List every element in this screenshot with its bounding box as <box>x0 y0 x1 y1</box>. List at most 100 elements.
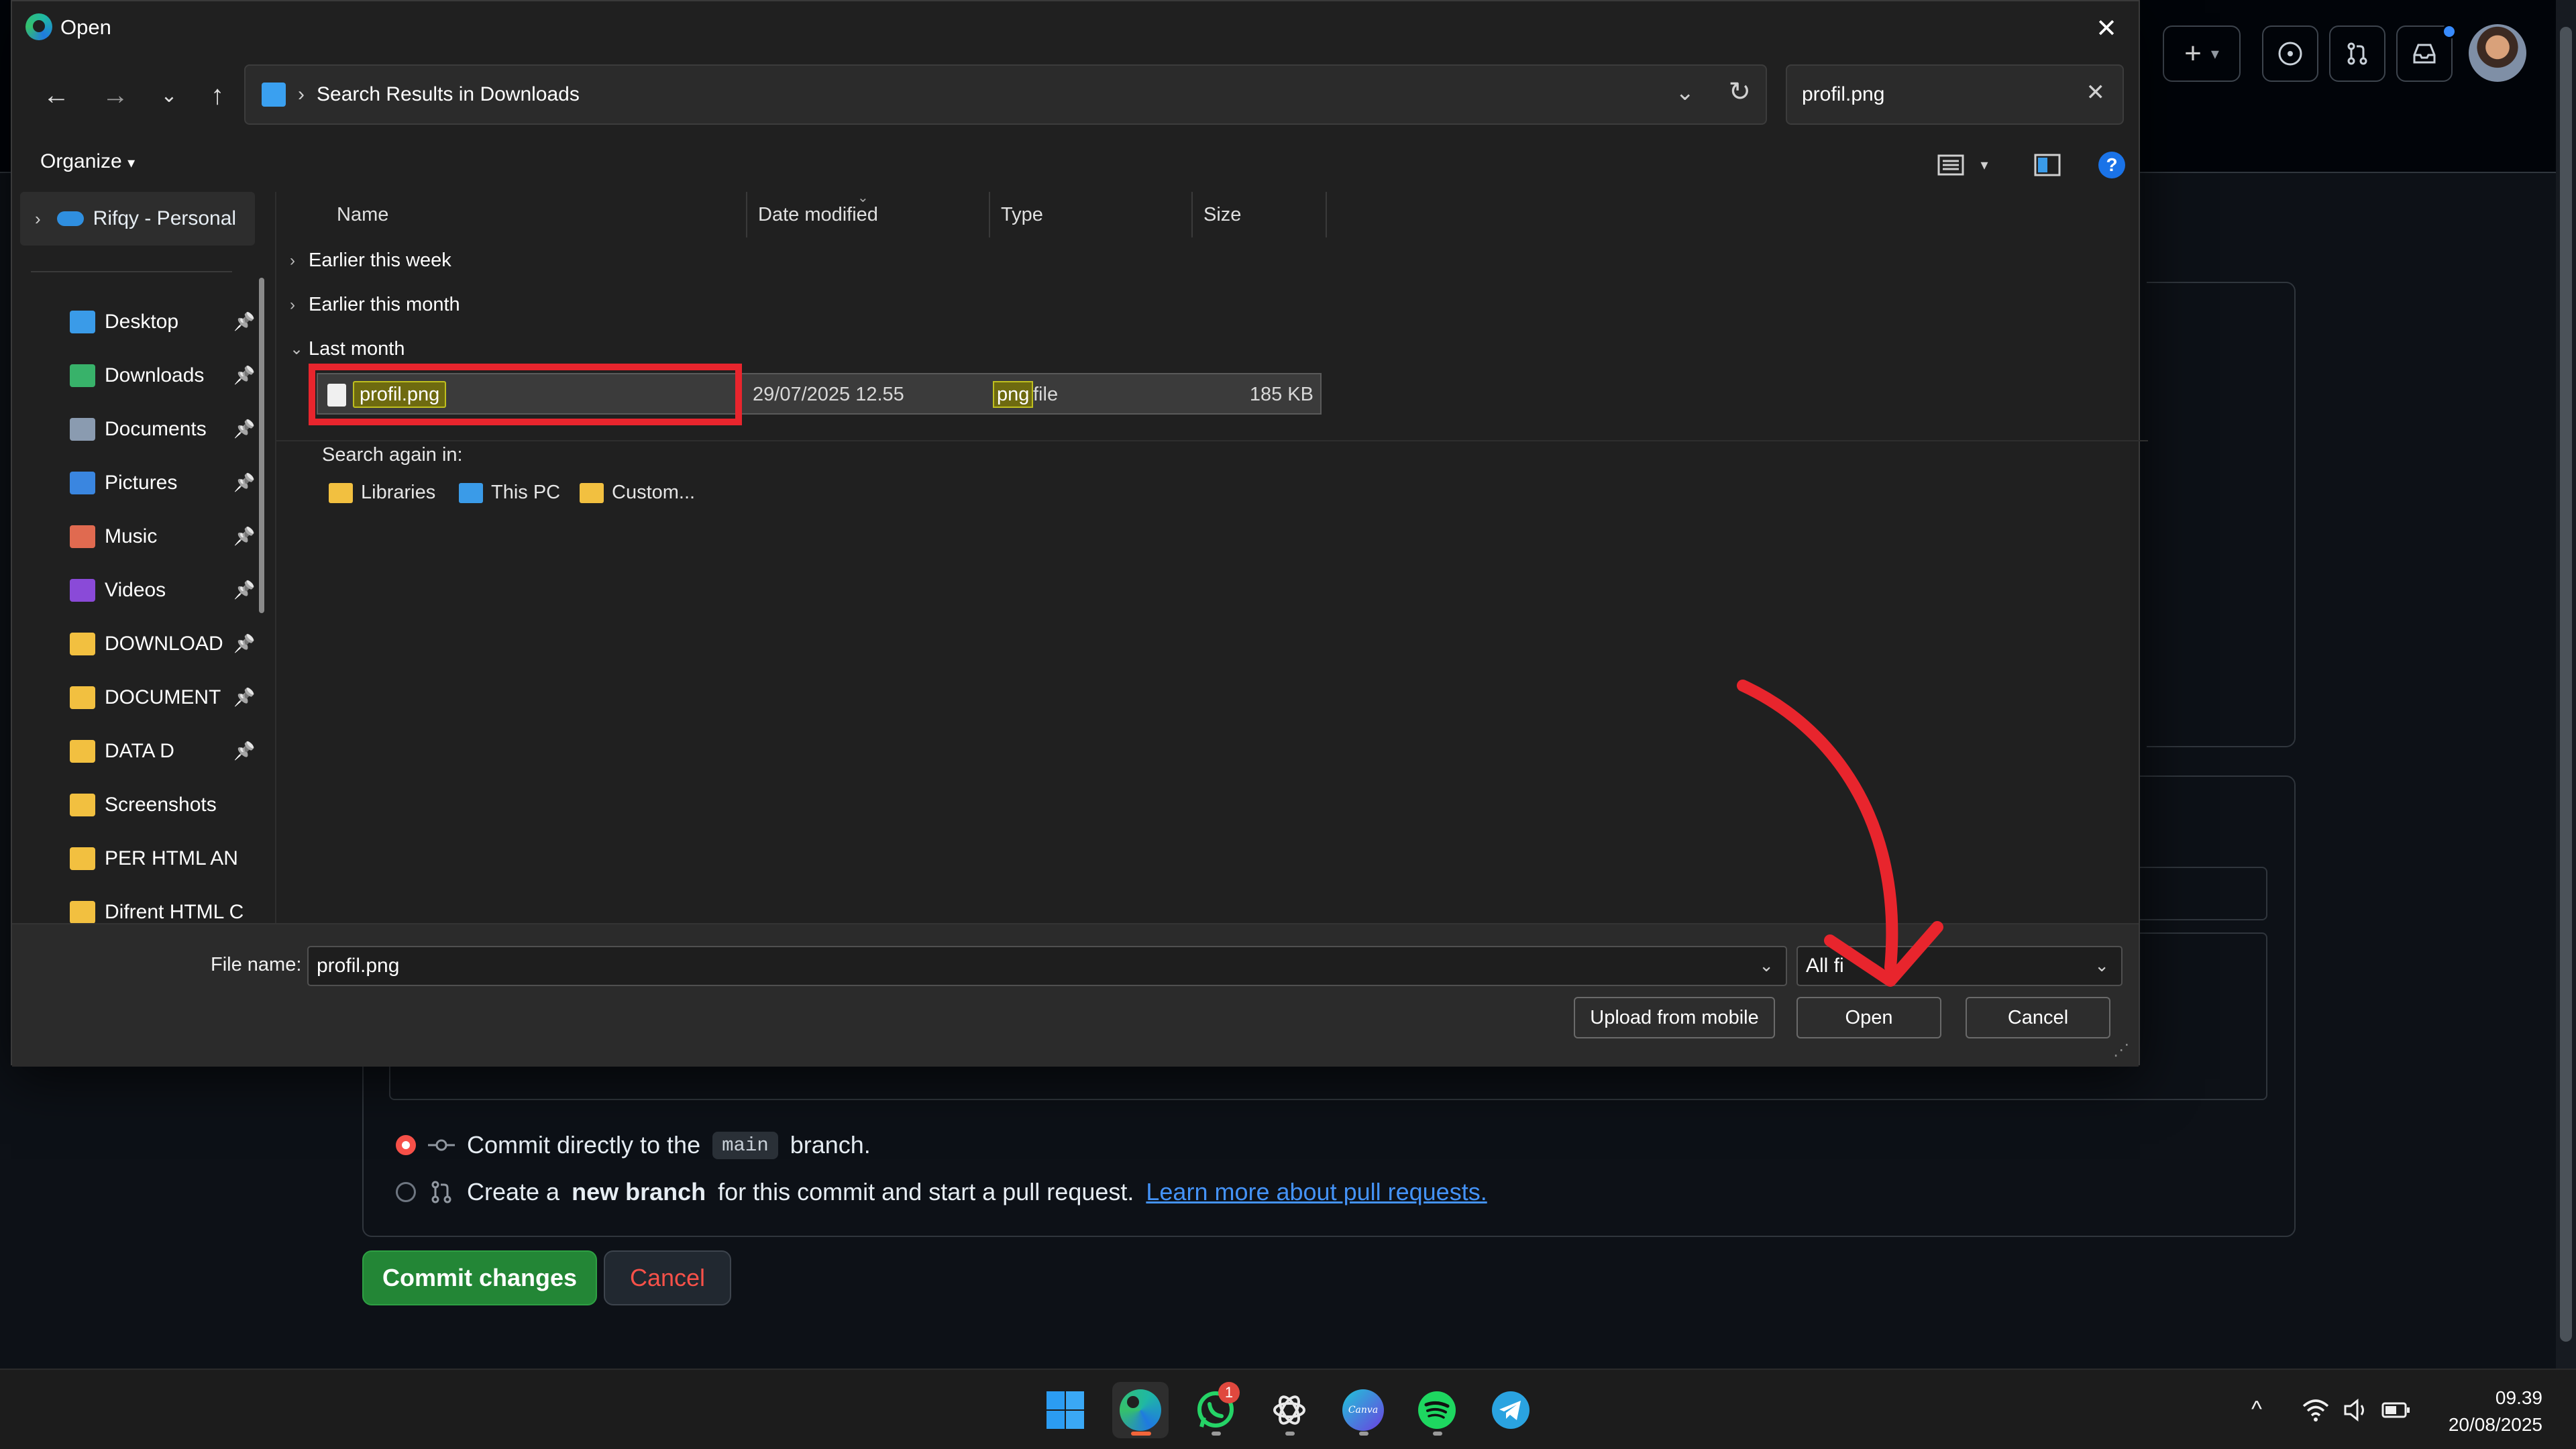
sidebar-item-per-html-an[interactable]: PER HTML AN <box>70 839 238 879</box>
page-scrollbar[interactable] <box>2556 0 2576 1368</box>
pin-icon[interactable]: 📌 <box>233 633 255 654</box>
radio-new-branch[interactable] <box>396 1182 416 1202</box>
nav-scrollbar[interactable] <box>259 278 264 613</box>
notification-badge: 1 <box>1218 1382 1240 1403</box>
pin-icon[interactable]: 📌 <box>233 311 255 332</box>
sidebar-item-screenshots[interactable]: Screenshots <box>70 785 217 825</box>
chevron-right-icon[interactable]: › <box>35 209 41 229</box>
close-button[interactable]: ✕ <box>2089 11 2124 46</box>
pin-icon[interactable]: 📌 <box>233 580 255 600</box>
sidebar-item-onedrive[interactable]: › Rifqy - Personal <box>20 192 255 246</box>
navigation-pane: › Rifqy - Personal Desktop 📌 Downloads 📌 Doc… <box>12 192 275 923</box>
sidebar-item-videos[interactable]: Videos <box>70 570 166 610</box>
telegram-icon <box>1492 1391 1529 1429</box>
running-indicator <box>1212 1432 1221 1436</box>
new-branch-text-pre: Create a <box>467 1178 560 1205</box>
navigation-row: ← → ⌄ ↑ › Search Results in Downloads ⌄ … <box>12 54 2139 134</box>
dialog-titlebar: Open ✕ <box>12 1 2139 54</box>
chevron-down-icon[interactable]: ⌄ <box>2094 955 2109 976</box>
radio-commit-direct[interactable] <box>396 1135 416 1155</box>
taskbar-telegram[interactable] <box>1483 1382 1539 1438</box>
clear-search-icon[interactable]: ✕ <box>2086 79 2106 106</box>
commit-direct-option[interactable]: Commit directly to the main branch. <box>396 1131 871 1159</box>
sidebar-item-label: Downloads <box>105 364 205 386</box>
chevron-right-icon: › <box>298 83 305 105</box>
sidebar-item-label: DATA D <box>105 740 174 762</box>
divider <box>276 440 2148 441</box>
pin-icon[interactable]: 📌 <box>233 526 255 547</box>
search-again-this-pc[interactable]: This PC <box>459 482 560 504</box>
avatar[interactable] <box>2469 24 2526 82</box>
resize-grip-icon[interactable]: ⋰ <box>2113 1040 2129 1060</box>
inbox-icon <box>2413 44 2436 64</box>
pull-requests-button[interactable] <box>2329 25 2385 82</box>
forward-button[interactable]: → <box>95 75 136 115</box>
back-button[interactable]: ← <box>36 75 76 115</box>
folder-icon <box>70 847 95 870</box>
clock-time: 09.39 <box>2495 1387 2542 1408</box>
scrollbar-thumb[interactable] <box>2560 27 2572 1342</box>
file-type-highlight: png <box>993 381 1034 408</box>
new-branch-option[interactable]: Create a new branch for this commit and … <box>396 1178 1487 1206</box>
sidebar-item-data-d[interactable]: DATA D <box>70 731 174 771</box>
column-header-date[interactable]: Date modified <box>747 192 990 237</box>
create-new-button[interactable]: + ▾ <box>2163 25 2241 82</box>
volume-icon[interactable] <box>2343 1398 2369 1422</box>
chevron-down-icon: ⌄ <box>290 340 304 358</box>
taskbar-whatsapp[interactable]: 1 <box>1187 1382 1244 1438</box>
sidebar-item-pictures[interactable]: Pictures <box>70 463 177 503</box>
view-dropdown-button[interactable]: ▾ <box>1968 149 2000 181</box>
search-input[interactable]: profil.png ✕ <box>1786 64 2124 125</box>
learn-more-link[interactable]: Learn more about pull requests. <box>1146 1178 1487 1206</box>
sidebar-item-difrent-html-c[interactable]: Difrent HTML C <box>70 892 244 923</box>
github-cancel-button[interactable]: Cancel <box>604 1250 731 1305</box>
pin-icon[interactable]: 📌 <box>233 687 255 708</box>
organize-menu[interactable]: Organize ▾ <box>40 150 135 173</box>
up-button[interactable]: ↑ <box>197 75 237 115</box>
sidebar-item-label: Music <box>105 525 158 547</box>
column-header-size[interactable]: Size <box>1193 192 1327 237</box>
cancel-button[interactable]: Cancel <box>1966 997 2110 1038</box>
taskbar-canva[interactable]: Canva <box>1335 1382 1391 1438</box>
wifi-icon[interactable] <box>2301 1398 2330 1422</box>
edge-icon <box>25 13 52 40</box>
preview-pane-button[interactable] <box>2031 149 2063 181</box>
recent-locations-button[interactable]: ⌄ <box>149 75 189 115</box>
taskbar-spotify[interactable] <box>1409 1382 1465 1438</box>
search-again-libraries[interactable]: Libraries <box>329 482 435 504</box>
sidebar-item-download[interactable]: DOWNLOAD <box>70 624 223 664</box>
group-header[interactable]: › Earlier this month <box>290 294 460 316</box>
taskbar-chatgpt[interactable] <box>1261 1382 1318 1438</box>
pin-icon[interactable]: 📌 <box>233 419 255 439</box>
search-again-label-item: Libraries <box>361 482 436 503</box>
battery-icon[interactable] <box>2381 1399 2411 1421</box>
address-bar[interactable]: › Search Results in Downloads ⌄ ↻ <box>244 64 1767 125</box>
issues-button[interactable] <box>2262 25 2318 82</box>
sidebar-item-documents[interactable]: Documents <box>70 409 207 449</box>
pin-icon[interactable]: 📌 <box>233 741 255 761</box>
sidebar-item-music[interactable]: Music <box>70 517 157 557</box>
column-header-name[interactable]: Name <box>276 192 747 237</box>
chevron-up-icon[interactable]: ^ <box>2251 1397 2262 1423</box>
group-header[interactable]: › Earlier this week <box>290 250 451 272</box>
sidebar-item-desktop[interactable]: Desktop <box>70 302 178 342</box>
address-dropdown-icon[interactable]: ⌄ <box>1676 79 1695 106</box>
taskbar-edge[interactable] <box>1112 1382 1169 1438</box>
pin-icon[interactable]: 📌 <box>233 365 255 386</box>
sidebar-item-downloads[interactable]: Downloads <box>70 356 204 396</box>
running-indicator <box>1131 1432 1151 1436</box>
search-again-custom[interactable]: Custom... <box>580 482 695 504</box>
column-header-type[interactable]: Type <box>990 192 1193 237</box>
refresh-icon[interactable]: ↻ <box>1728 76 1751 107</box>
help-button[interactable]: ? <box>2098 152 2125 178</box>
system-clock[interactable]: 09.39 20/08/2025 <box>2449 1385 2542 1438</box>
sidebar-item-document[interactable]: DOCUMENT <box>70 678 221 718</box>
commit-changes-button[interactable]: Commit changes <box>362 1250 597 1305</box>
commit-summary-field[interactable] <box>2140 867 2267 920</box>
group-header[interactable]: ⌄ Last month <box>290 338 405 360</box>
file-name-field[interactable]: profil.png ⌄ <box>307 946 1787 986</box>
view-options-button[interactable] <box>1935 149 1967 181</box>
start-button[interactable] <box>1037 1382 1093 1438</box>
pin-icon[interactable]: 📌 <box>233 472 255 493</box>
sidebar-item-label: DOWNLOAD <box>105 633 223 655</box>
